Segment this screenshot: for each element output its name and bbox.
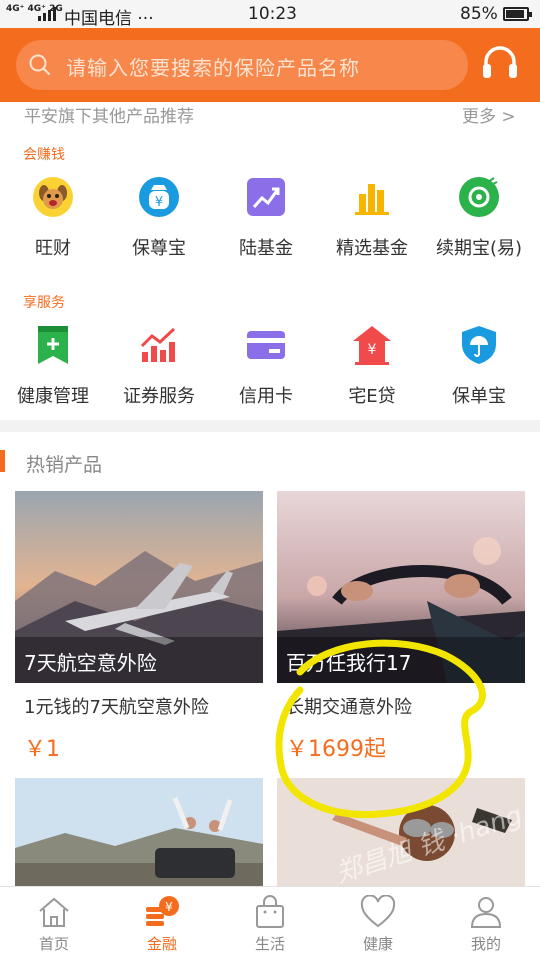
shortcut-label: 旺财 <box>35 238 71 259</box>
shortcut-label: 证券服务 <box>123 386 195 407</box>
shortcut-label: 宅E贷 <box>348 386 396 407</box>
heart-icon <box>360 895 396 928</box>
renewal-icon <box>459 177 499 217</box>
shortcut-zhai-e-dai[interactable]: ¥ 宅E贷 <box>319 324 425 414</box>
shortcut-label: 保单宝 <box>452 386 506 407</box>
tab-finance[interactable]: ¥ 金融 <box>108 887 216 960</box>
status-bar: 4G⁺ 4G⁺ 2G 中国电信 ··· 10:23 85% <box>0 0 540 29</box>
section-accent-bar <box>0 450 5 472</box>
shortcut-selected-fund[interactable]: 精选基金 <box>319 176 425 266</box>
shortcut-label: 保尊宝 <box>132 238 186 259</box>
more-link[interactable]: 更多 > <box>462 102 516 127</box>
product-card-flight[interactable]: 7天航空意外险 1元钱的7天航空意外险 ￥1 <box>15 491 263 762</box>
shortcut-label: 陆基金 <box>239 238 293 259</box>
battery-percent: 85% <box>460 4 498 24</box>
shortcut-credit-card[interactable]: 信用卡 <box>213 324 319 414</box>
bar-chart-icon <box>355 184 389 215</box>
shortcut-policy-bao[interactable]: 保单宝 <box>426 324 532 414</box>
shortcut-securities[interactable]: 证券服务 <box>106 324 212 414</box>
finance-coins-icon: ¥ <box>146 896 179 926</box>
house-yen-icon: ¥ <box>353 326 391 365</box>
battery-icon <box>503 7 532 21</box>
product-card-traffic[interactable]: 百万任我行17 长期交通意外险 ￥1699起 <box>277 491 525 762</box>
product-caption: 百万任我行17 <box>277 637 525 683</box>
svg-text:¥: ¥ <box>368 342 377 358</box>
trend-chart-icon <box>247 178 285 216</box>
search-icon <box>29 54 50 75</box>
user-icon <box>470 897 502 928</box>
search-placeholder: 请输入您要搜索的保险产品名称 <box>66 56 360 80</box>
product-price: ￥1699起 <box>286 737 386 762</box>
search-input[interactable]: 请输入您要搜索的保险产品名称 <box>16 40 468 90</box>
shortcut-label: 健康管理 <box>17 386 89 407</box>
tab-label: 健康 <box>362 935 393 953</box>
service-icon-row: 健康管理 证券服务 信用卡 ¥ 宅E贷 保单宝 <box>0 324 540 414</box>
section-title: 热销产品 <box>26 454 103 476</box>
recommend-section: 平安旗下其他产品推荐 更多 > 会赚钱 旺财 ¥ 保尊宝 陆基金 精选基金 续期… <box>0 102 540 420</box>
top-header: 请输入您要搜索的保险产品名称 <box>0 28 540 102</box>
health-bookmark-icon <box>38 326 68 364</box>
clock: 10:23 <box>248 4 297 24</box>
tab-mine[interactable]: 我的 <box>432 887 540 960</box>
svg-text:¥: ¥ <box>155 195 163 210</box>
tab-life[interactable]: 生活 <box>216 887 324 960</box>
product-title: 长期交通意外险 <box>286 697 412 718</box>
road-trip-photo <box>15 778 263 886</box>
tab-home[interactable]: 首页 <box>0 887 108 960</box>
signal-icon <box>38 7 60 21</box>
product-card-travel[interactable] <box>15 778 263 886</box>
shortcut-renewal[interactable]: 续期宝(易) <box>426 176 532 266</box>
shortcut-label: 精选基金 <box>336 238 408 259</box>
product-caption: 7天航空意外险 <box>15 637 263 683</box>
customer-service-headset-icon[interactable] <box>480 42 520 84</box>
tab-label: 首页 <box>38 935 69 953</box>
shortcut-wangcai[interactable]: 旺财 <box>0 176 106 266</box>
svg-text:¥: ¥ <box>165 900 173 914</box>
shortcut-label: 信用卡 <box>239 386 293 407</box>
credit-card-icon <box>247 331 285 359</box>
group-label-service: 享服务 <box>23 295 65 311</box>
section-title: 平安旗下其他产品推荐 <box>24 107 194 127</box>
earn-icon-row: 旺财 ¥ 保尊宝 陆基金 精选基金 续期宝(易) <box>0 176 540 266</box>
shortcut-baozunbao[interactable]: ¥ 保尊宝 <box>106 176 212 266</box>
product-price: ￥1 <box>24 737 60 762</box>
shortcut-lufund[interactable]: 陆基金 <box>213 176 319 266</box>
shortcut-label: 续期宝(易) <box>435 238 523 259</box>
bottom-tab-bar: 首页 ¥ 金融 生活 健康 我的 <box>0 886 540 960</box>
carrier-name: 中国电信 ··· <box>64 9 154 29</box>
shield-umbrella-icon <box>462 326 496 364</box>
dog-icon <box>33 177 73 217</box>
yen-bag-icon: ¥ <box>139 177 179 217</box>
shopping-bag-icon <box>256 895 284 928</box>
tab-label: 生活 <box>254 935 285 953</box>
stock-chart-icon <box>140 327 176 362</box>
product-title: 1元钱的7天航空意外险 <box>24 697 209 718</box>
tab-health[interactable]: 健康 <box>324 887 432 960</box>
home-icon <box>39 897 69 927</box>
group-label-earn: 会赚钱 <box>23 147 65 163</box>
tab-label: 金融 <box>146 935 177 953</box>
tab-label: 我的 <box>470 935 501 953</box>
shortcut-health[interactable]: 健康管理 <box>0 324 106 414</box>
